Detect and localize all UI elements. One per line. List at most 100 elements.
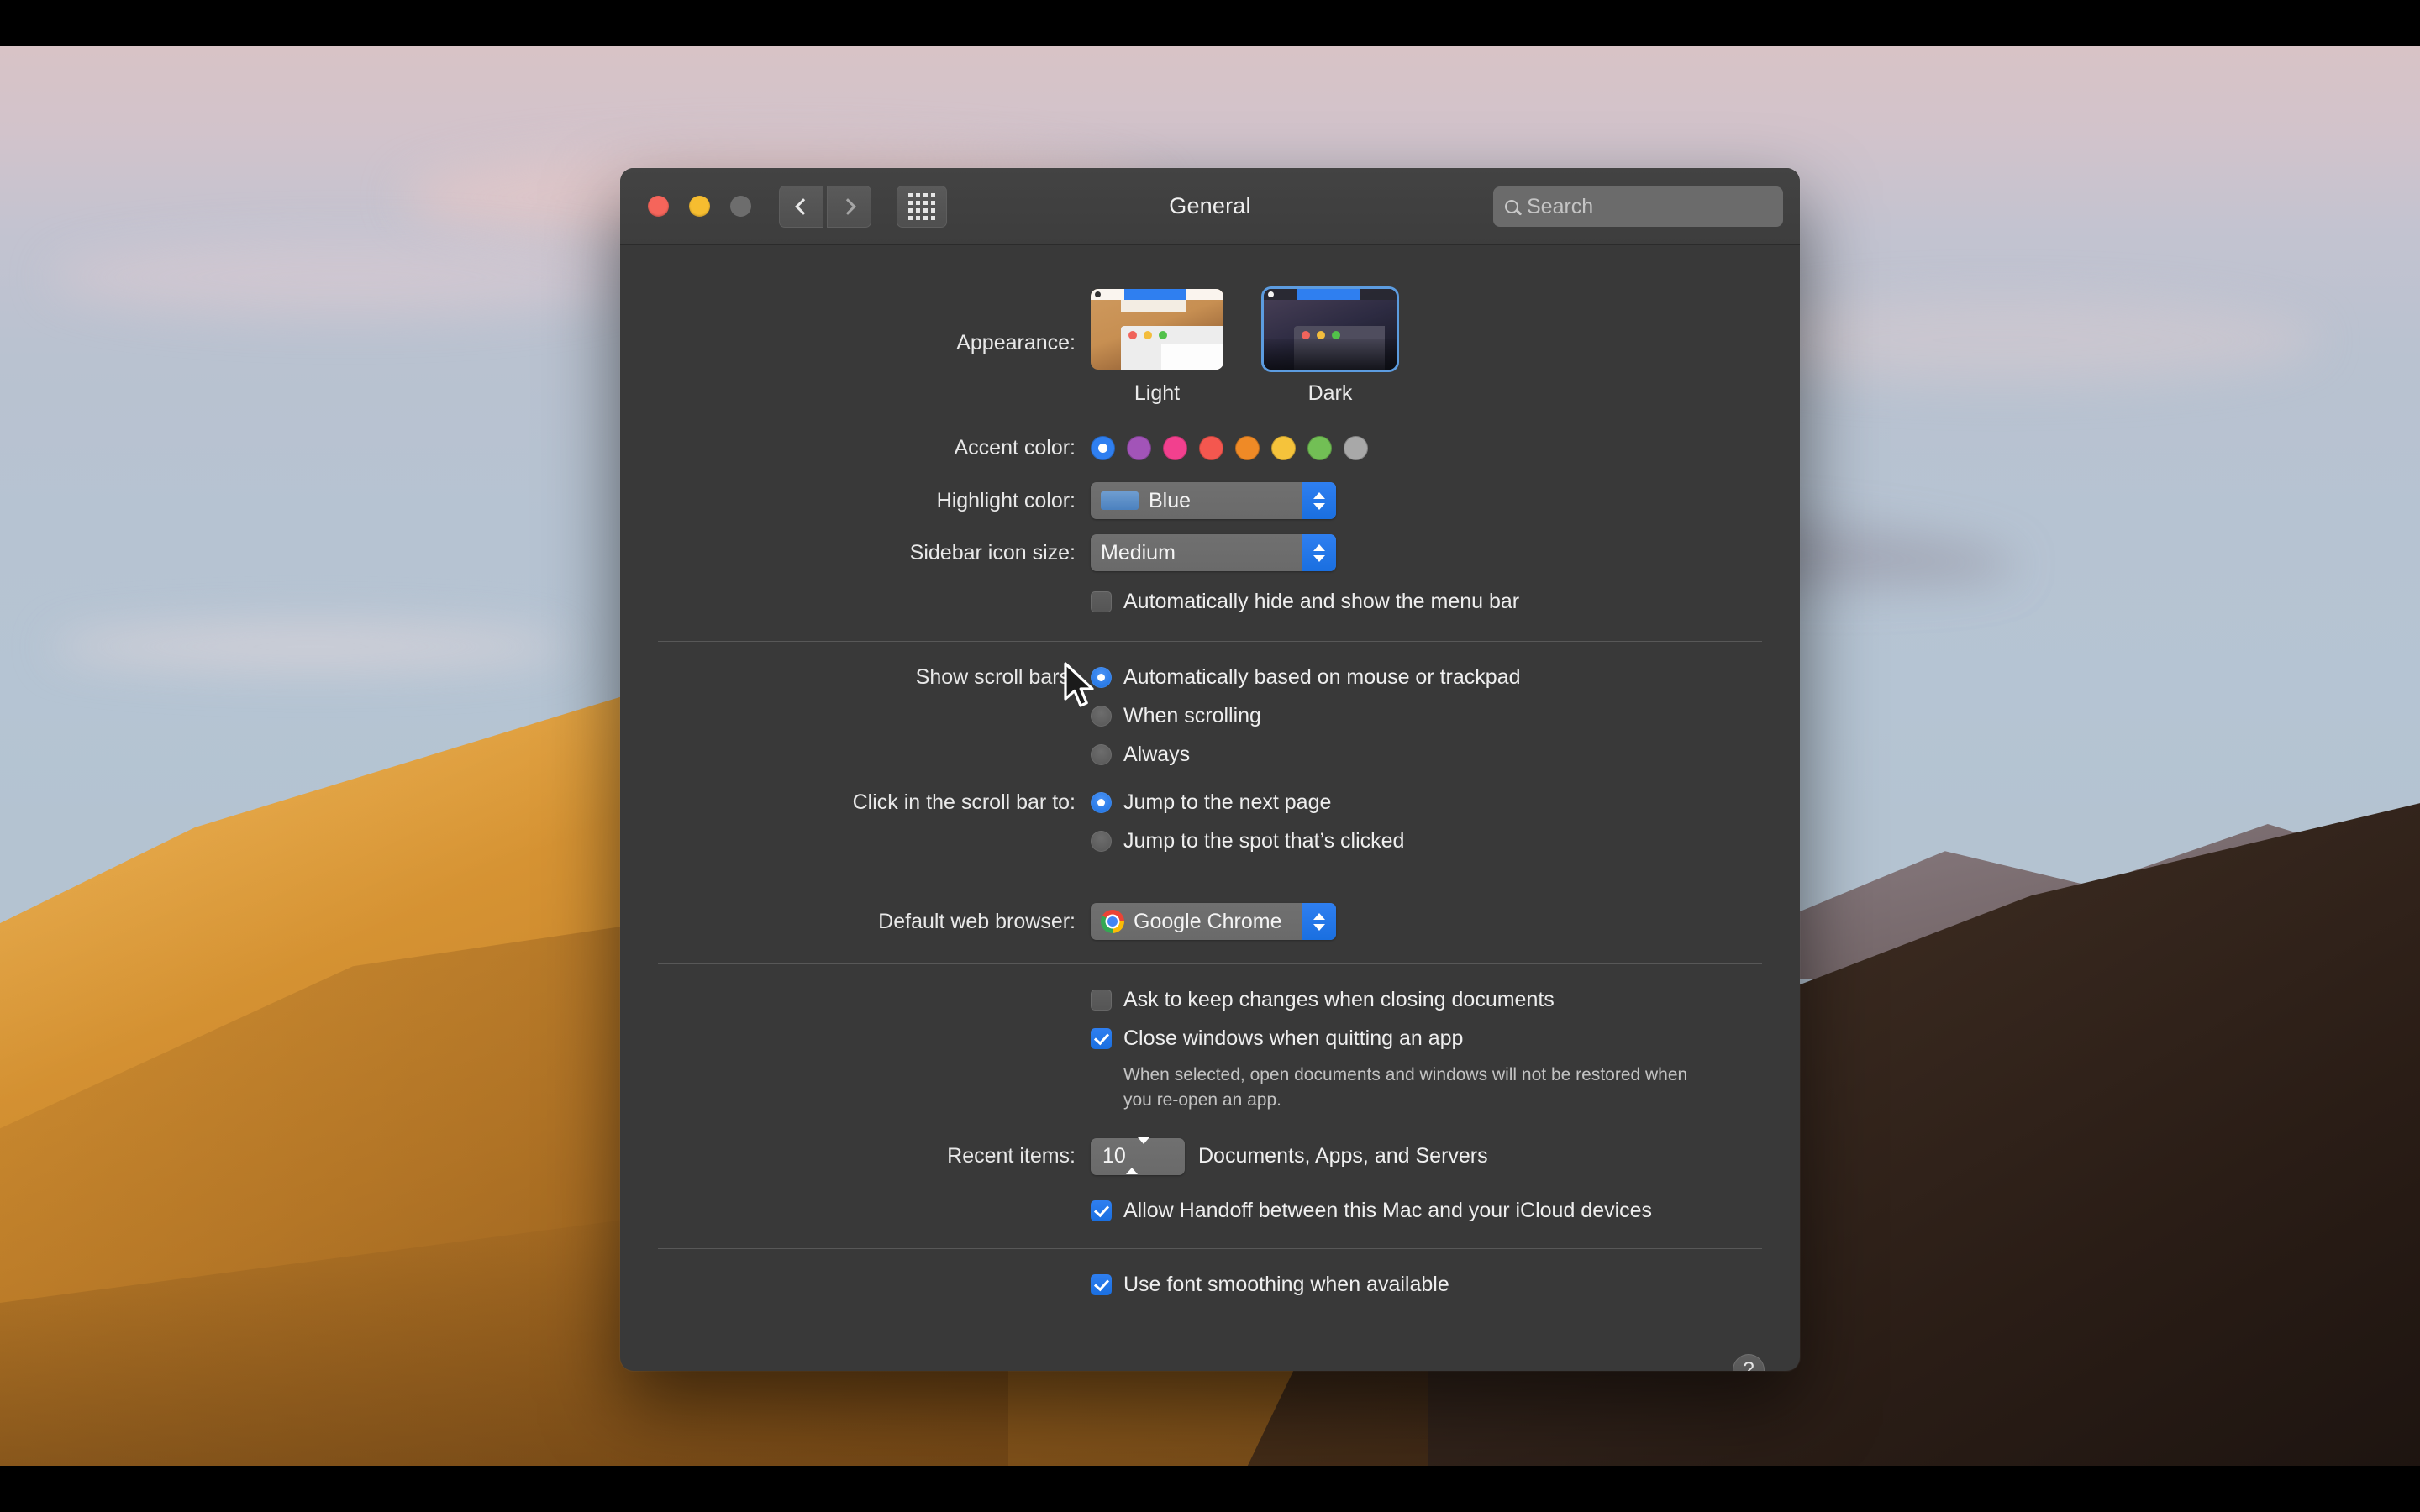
accent-color-row: Accent color: [620,436,1800,460]
click-scroll-label-spot-clicked: Jump to the spot that’s clicked [1123,829,1405,853]
ask-keep-changes-checkbox[interactable] [1091,990,1112,1011]
accent-swatch-blue[interactable] [1091,436,1115,460]
scroll-bars-radio-when-scrolling[interactable] [1091,706,1112,727]
show-scroll-bars-label: Show scroll bars: [915,665,1076,689]
sidebar-icon-size-stepper[interactable] [1302,534,1336,571]
recent-items-row: Recent items: 10 Documents, Apps, and Se… [620,1137,1800,1175]
grid-icon [908,192,935,220]
accent-swatch-orange[interactable] [1235,436,1260,460]
handoff-checkbox-row[interactable]: Allow Handoff between this Mac and your … [1091,1199,1652,1223]
default-browser-label: Default web browser: [878,909,1076,933]
highlight-color-swatch [1101,491,1139,510]
documents-row: Ask to keep changes when closing documen… [620,988,1800,1113]
accent-color-label: Accent color: [954,436,1076,459]
highlight-color-row: Highlight color: Blue [620,482,1800,519]
sidebar-icon-size-label: Sidebar icon size: [909,540,1076,564]
recent-items-stepper[interactable] [1125,1137,1150,1175]
general-preferences-pane: Appearance: Light Dark Accent color: Hig… [620,289,1800,1371]
accent-swatch-pink[interactable] [1163,436,1187,460]
handoff-checkbox[interactable] [1091,1200,1112,1221]
recent-items-suffix: Documents, Apps, and Servers [1198,1144,1488,1168]
accent-swatch-yellow[interactable] [1271,436,1296,460]
close-button[interactable] [648,196,669,217]
back-chevron-icon [794,197,812,215]
scroll-bars-radio-always[interactable] [1091,744,1112,765]
cloud [50,239,639,315]
click-scroll-bar-row: Click in the scroll bar to: Jump to the … [620,790,1800,853]
handoff-row: Allow Handoff between this Mac and your … [620,1199,1800,1223]
scroll-bars-radio-auto[interactable] [1091,667,1112,688]
font-smoothing-row: Use font smoothing when available [620,1273,1800,1297]
show-scroll-bars-options: Automatically based on mouse or trackpad… [1091,665,1520,767]
search-icon [1505,200,1518,213]
accent-color-swatches [1091,436,1368,460]
font-smoothing-checkbox[interactable] [1091,1273,1112,1295]
separator [658,1247,1762,1249]
menu-bar-row: Automatically hide and show the menu bar [620,590,1800,614]
scroll-bars-label-always: Always [1123,743,1191,766]
forward-chevron-icon [839,197,856,215]
chrome-icon [1101,910,1124,933]
scroll-bars-option-always[interactable]: Always [1091,743,1520,767]
default-browser-row: Default web browser: Google Chrome [620,903,1800,940]
system-preferences-window: General Appearance: [620,168,1800,1371]
appearance-option-dark[interactable]: Dark [1264,289,1397,406]
show-all-button[interactable] [897,185,947,228]
close-windows-row[interactable]: Close windows when quitting an app [1091,1026,1712,1051]
appearance-row: Appearance: Light Dark [620,289,1800,406]
light-appearance-thumbnail[interactable] [1091,289,1223,370]
click-scroll-bar-label: Click in the scroll bar to: [852,790,1076,814]
default-browser-value: Google Chrome [1134,909,1282,933]
scroll-bars-label-when-scrolling: When scrolling [1123,704,1261,727]
close-windows-label: Close windows when quitting an app [1123,1026,1464,1050]
font-smoothing-checkbox-row[interactable]: Use font smoothing when available [1091,1273,1449,1297]
auto-hide-menu-bar-checkbox-row[interactable]: Automatically hide and show the menu bar [1091,590,1519,614]
highlight-color-stepper[interactable] [1302,482,1336,519]
window-titlebar: General [620,168,1800,245]
scroll-bars-option-auto[interactable]: Automatically based on mouse or trackpad [1091,665,1520,690]
close-windows-note: When selected, open documents and window… [1123,1065,1688,1110]
dark-appearance-label: Dark [1307,381,1353,405]
search-input[interactable] [1527,194,1771,219]
highlight-color-popup[interactable]: Blue [1091,482,1336,519]
auto-hide-menu-bar-label: Automatically hide and show the menu bar [1123,590,1520,613]
zoom-button [730,196,751,217]
click-scroll-label-next-page: Jump to the next page [1123,790,1332,814]
recent-items-combo[interactable]: 10 [1091,1137,1185,1175]
close-windows-checkbox[interactable] [1091,1028,1112,1049]
appearance-label: Appearance: [956,331,1076,354]
highlight-color-value: Blue [1149,488,1192,512]
minimize-button[interactable] [689,196,710,217]
scroll-bars-option-when-scrolling[interactable]: When scrolling [1091,704,1520,728]
sidebar-icon-size-row: Sidebar icon size: Medium [620,534,1800,571]
recent-items-label: Recent items: [947,1144,1076,1168]
click-scroll-option-next-page[interactable]: Jump to the next page [1091,790,1404,815]
forward-button[interactable] [827,185,871,228]
scroll-bars-label-auto: Automatically based on mouse or trackpad [1123,665,1521,689]
recent-items-value: 10 [1102,1144,1126,1168]
click-scroll-radio-next-page[interactable] [1091,792,1112,813]
appearance-option-light[interactable]: Light [1091,289,1223,406]
help-button[interactable]: ? [1733,1354,1765,1371]
search-field[interactable] [1493,186,1783,227]
sidebar-icon-size-value: Medium [1101,540,1176,564]
show-scroll-bars-row: Show scroll bars: Automatically based on… [620,665,1800,767]
sidebar-icon-size-popup[interactable]: Medium [1091,534,1336,571]
accent-swatch-purple[interactable] [1127,436,1151,460]
auto-hide-menu-bar-checkbox[interactable] [1091,591,1112,612]
default-browser-popup[interactable]: Google Chrome [1091,903,1336,940]
accent-swatch-red[interactable] [1199,436,1223,460]
separator [658,641,1762,642]
default-browser-stepper[interactable] [1302,903,1336,940]
highlight-color-label: Highlight color: [936,488,1076,512]
accent-swatch-graphite[interactable] [1344,436,1368,460]
dark-appearance-thumbnail[interactable] [1264,289,1397,370]
traffic-light-group [648,196,751,217]
documents-options: Ask to keep changes when closing documen… [1091,988,1712,1113]
handoff-label: Allow Handoff between this Mac and your … [1123,1198,1653,1222]
click-scroll-radio-spot-clicked[interactable] [1091,831,1112,852]
click-scroll-option-spot-clicked[interactable]: Jump to the spot that’s clicked [1091,829,1404,853]
ask-keep-changes-row[interactable]: Ask to keep changes when closing documen… [1091,988,1712,1012]
back-button[interactable] [779,185,823,228]
accent-swatch-green[interactable] [1307,436,1332,460]
